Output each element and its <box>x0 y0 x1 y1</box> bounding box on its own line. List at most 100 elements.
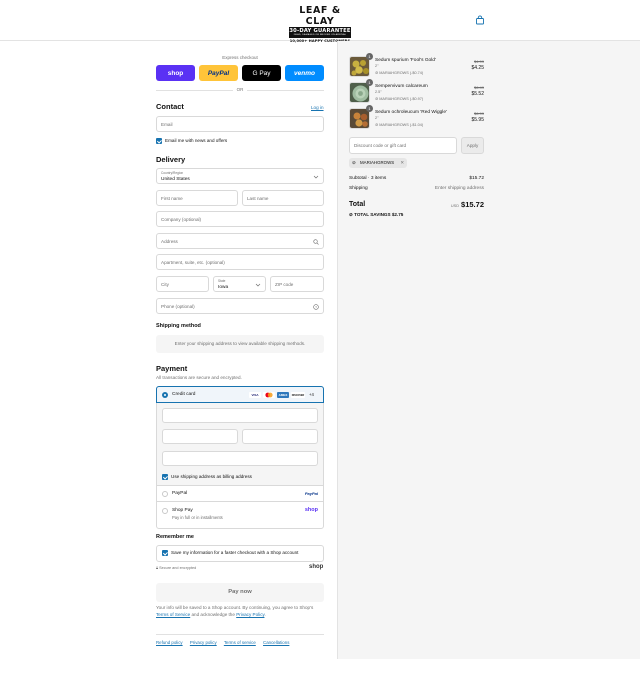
item-name: Sedum spurium 'Fool's Gold' <box>375 58 436 63</box>
succulent-image <box>350 83 369 102</box>
state-label: State <box>218 279 226 283</box>
footer-links: Refund policy Privacy policy Terms of se… <box>156 640 295 645</box>
discount-code-input[interactable]: Discount code or gift card <box>349 137 457 154</box>
help-icon[interactable]: ? <box>313 304 319 310</box>
remove-tag-icon[interactable]: ✕ <box>400 158 404 168</box>
first-name-field[interactable]: First name <box>156 190 238 206</box>
venmo-button[interactable]: venmo <box>285 65 324 81</box>
amex-icon: AMEX <box>277 392 289 398</box>
news-checkbox[interactable] <box>156 138 162 144</box>
save-info-checkbox[interactable] <box>162 550 168 556</box>
state-select[interactable]: State Iowa <box>213 276 266 292</box>
privacy-policy-footer-link[interactable]: Privacy policy <box>190 640 217 645</box>
savings-tag-icon: ⊘ <box>349 212 353 217</box>
card-form: Use shipping address as billing address <box>157 403 323 486</box>
shop-pay-option[interactable]: Shop Pay Pay in full or in installments … <box>157 502 323 528</box>
discover-icon: DISCOVER <box>291 392 305 398</box>
last-name-field[interactable]: Last name <box>242 190 324 206</box>
cancellations-link[interactable]: Cancellations <box>263 640 289 645</box>
lock-icon: 🔒︎ <box>156 566 159 570</box>
paypal-logo: PayPal <box>304 491 318 496</box>
shipping-value: Enter shipping address <box>434 186 484 191</box>
shop-logo: shop <box>304 507 318 513</box>
refund-policy-link[interactable]: Refund policy <box>156 640 183 645</box>
paypal-button[interactable]: PayPal <box>199 65 238 81</box>
billing-address-checkbox[interactable] <box>162 474 168 480</box>
express-checkout-label: Express checkout <box>222 55 258 60</box>
shop-pay-radio[interactable] <box>162 508 168 514</box>
terms-of-service-footer-link[interactable]: Terms of service <box>224 640 256 645</box>
privacy-policy-link[interactable]: Privacy Policy <box>236 612 264 617</box>
more-cards-count: +4 <box>309 392 314 397</box>
company-field[interactable]: Company (optional) <box>156 211 324 227</box>
visa-icon: VISA <box>249 392 261 398</box>
header: LEAF & CLAY 30-DAY GUARANTEE DEAD, DAMAG… <box>0 0 640 44</box>
address-field[interactable]: Address <box>156 233 324 249</box>
savings-label: TOTAL SAVINGS <box>354 212 391 217</box>
applied-discount-tag: ⊘ MARIAHGROWS ✕ <box>349 158 407 168</box>
shipping-method-heading: Shipping method <box>156 323 201 329</box>
chevron-down-icon <box>313 175 319 179</box>
subtotal-value: $15.72 <box>469 176 484 181</box>
shop-logo: shop <box>309 564 324 570</box>
tag-icon: ⊘ <box>352 160 356 165</box>
payment-subtitle: All transactions are secure and encrypte… <box>156 375 242 380</box>
credit-card-radio[interactable] <box>162 392 168 398</box>
paypal-radio[interactable] <box>162 491 168 497</box>
pay-now-button[interactable]: Pay now <box>156 583 324 602</box>
total-label: Total <box>349 201 366 208</box>
item-original-price: $6.49 <box>473 85 484 90</box>
shopping-bag-icon[interactable] <box>475 15 485 25</box>
terms-post: . <box>264 611 266 617</box>
item-variant: 2.5" <box>375 90 382 94</box>
item-variant: 2" <box>375 116 379 120</box>
expiration-field[interactable] <box>162 429 238 444</box>
security-code-field[interactable] <box>242 429 318 444</box>
order-summary <box>337 41 640 659</box>
google-pay-button[interactable]: G Pay <box>242 65 281 81</box>
payment-heading: Payment <box>156 364 188 373</box>
logo-badge-sub: DEAD, DAMAGED OR BROKEN ON ARRIVAL <box>293 34 347 36</box>
email-field[interactable]: Email <box>156 116 324 132</box>
country-select[interactable]: Country/Region United States <box>156 168 324 184</box>
country-label: Country/Region <box>161 171 184 175</box>
credit-card-option[interactable]: Credit card VISA AMEX DISCOVER +4 <box>156 386 324 403</box>
address-placeholder: Address <box>161 238 178 244</box>
phone-field[interactable]: Phone (optional) ? <box>156 298 324 314</box>
shipping-method-notice: Enter your shipping address to view avai… <box>156 335 324 353</box>
total-amount: $15.72 <box>461 200 484 209</box>
paypal-label: PayPal <box>172 491 188 496</box>
country-value: United States <box>161 177 190 182</box>
tag-icon: ⊘ <box>375 123 379 127</box>
shop-pay-subtitle: Pay in full or in installments <box>172 515 223 520</box>
shop-pay-button[interactable]: shop <box>156 65 195 81</box>
secure-note: 🔒︎ Secure and encrypted <box>156 566 196 570</box>
succulent-image <box>350 57 369 76</box>
quantity-badge: 1 <box>366 105 373 112</box>
name-on-card-field[interactable] <box>162 451 318 466</box>
terms-mid: and acknowledge the <box>190 611 237 617</box>
zip-field[interactable]: ZIP code <box>270 276 324 292</box>
apply-discount-button[interactable]: Apply <box>461 137 484 154</box>
terms-pre: Your info will be saved to a Shop accoun… <box>156 605 314 610</box>
city-field[interactable]: City <box>156 276 209 292</box>
billing-address-label: Use shipping address as billing address <box>171 474 252 479</box>
item-price: $5.95 <box>471 117 484 123</box>
terms-of-service-link[interactable]: Terms of Service <box>156 612 190 617</box>
item-discount: ⊘ MARIAHGROWS (-$0.97) <box>375 96 423 101</box>
contact-heading: Contact <box>156 102 184 111</box>
quantity-badge: 1 <box>366 79 373 86</box>
paypal-option[interactable]: PayPal PayPal <box>157 486 323 502</box>
item-variant: 2" <box>375 64 379 68</box>
item-discount: ⊘ MARIAHGROWS (-$0.74) <box>375 70 423 75</box>
shop-pay-label: Shop Pay <box>172 508 193 513</box>
chevron-down-icon <box>255 283 261 287</box>
tag-icon: ⊘ <box>375 97 379 101</box>
apartment-field[interactable]: Apartment, suite, etc. (optional) <box>156 254 324 270</box>
store-logo[interactable]: LEAF & CLAY 30-DAY GUARANTEE DEAD, DAMAG… <box>287 5 353 44</box>
shipping-label: Shipping <box>349 186 368 191</box>
card-number-field[interactable] <box>162 408 318 423</box>
savings-value: $2.75 <box>391 212 404 217</box>
logo-title: LEAF & CLAY <box>299 5 341 27</box>
login-link[interactable]: Log in <box>311 105 324 110</box>
